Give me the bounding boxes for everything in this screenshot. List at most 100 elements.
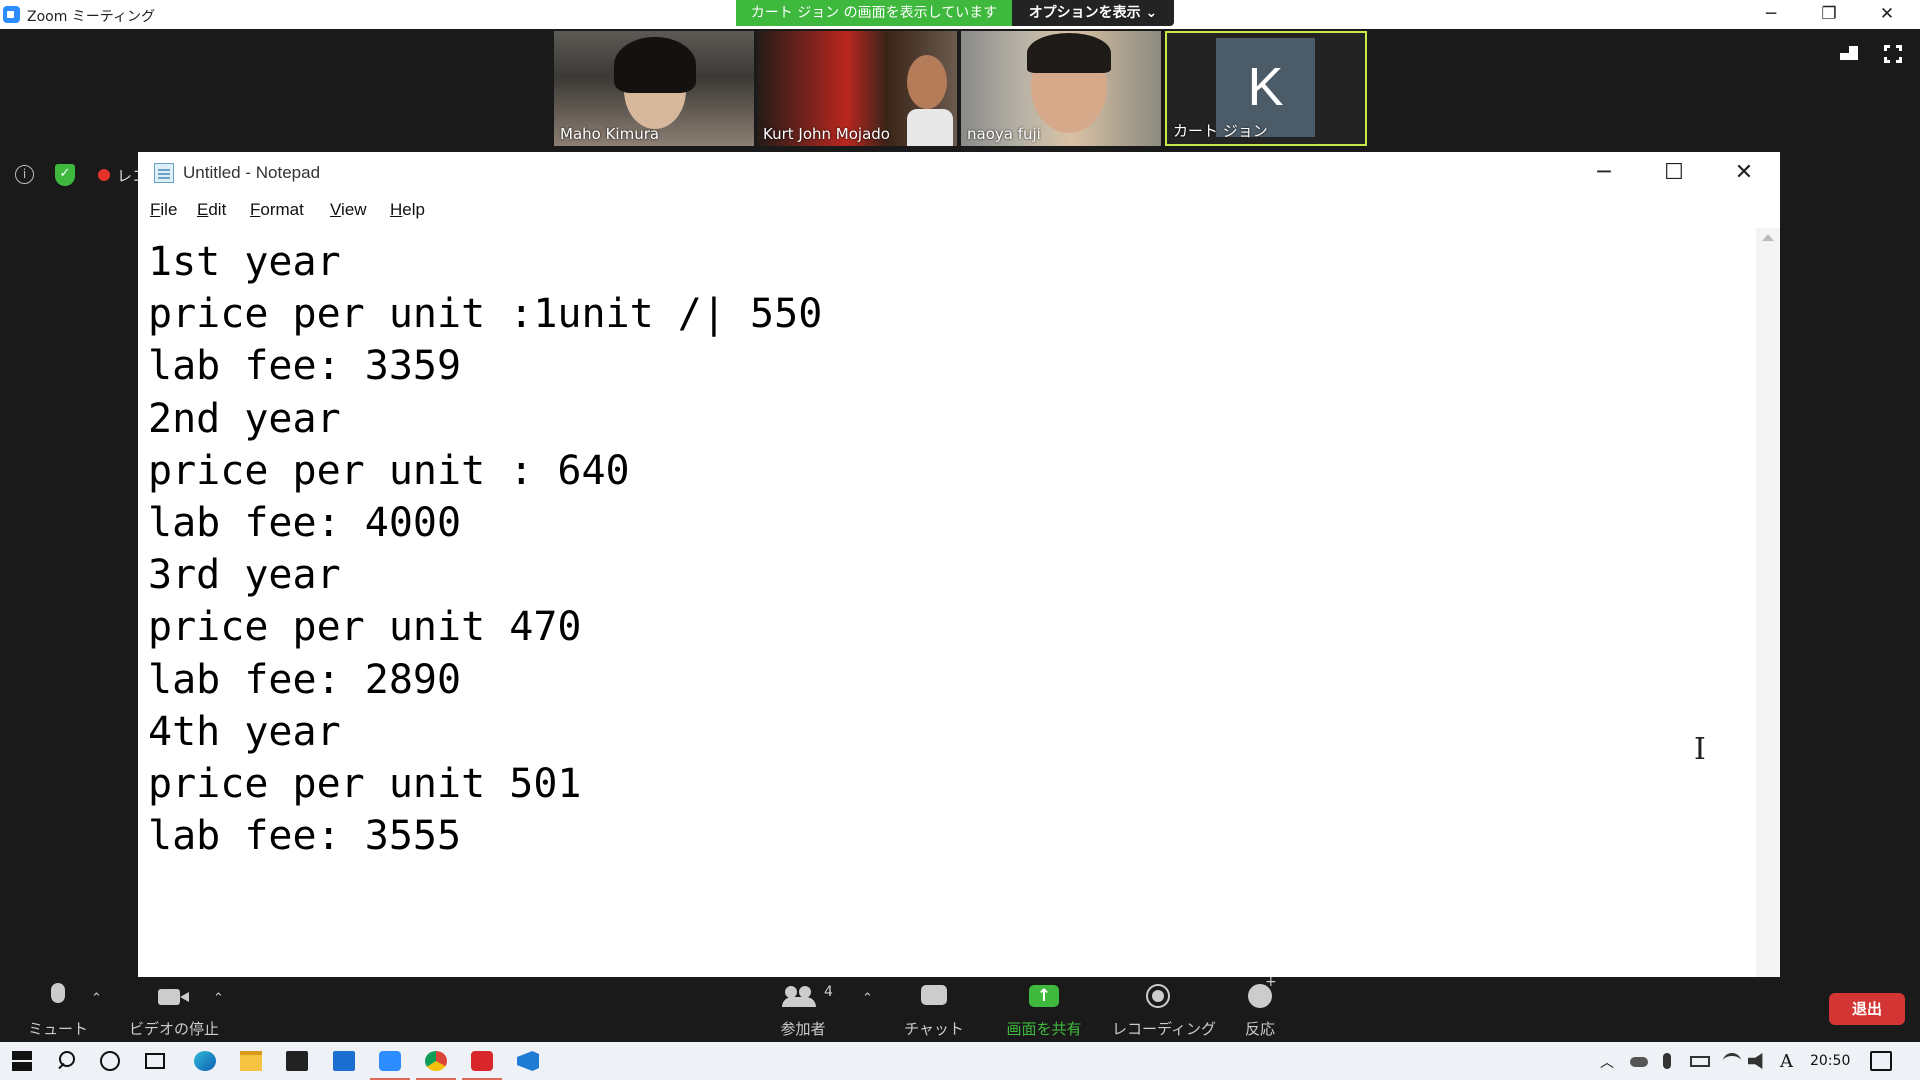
stop-video-label: ビデオの停止 [128,1020,219,1038]
text-line: lab fee: 4000 [148,500,462,547]
task-view-icon[interactable] [145,1053,165,1069]
menu-edit[interactable]: Edit [197,200,226,220]
onedrive-cloud-icon[interactable] [1630,1057,1648,1067]
text-cursor-icon: I [1694,732,1706,767]
emoji-reaction-icon [1248,974,1277,1008]
text-line: 1st year [148,239,341,285]
notepad-icon [154,163,174,183]
zoom-icon[interactable] [370,1051,410,1080]
menu-view[interactable]: View [330,200,367,220]
chat-button[interactable]: チャット [902,977,966,1042]
app-icon[interactable] [462,1051,502,1080]
participant-name: naoya fuji [967,125,1041,143]
menu-format[interactable]: Format [250,200,304,220]
vscode-icon[interactable] [517,1051,539,1071]
zoom-app-icon [3,6,20,23]
mute-button[interactable]: ミュート [28,977,88,1042]
participant-tile[interactable]: Kurt John Mojado [757,31,957,146]
screen-share-banner: カート ジョン の画面を表示しています [736,0,1012,26]
participant-video [907,55,947,109]
leave-meeting-button[interactable]: 退出 [1829,993,1905,1025]
gallery-view-icon[interactable] [1840,46,1858,60]
share-screen-button[interactable]: ↑ 画面を共有 [1000,977,1088,1042]
action-center-notification-icon[interactable] [1870,1051,1892,1071]
taskbar-clock[interactable]: 20:50 [1810,1053,1850,1069]
close-button[interactable]: ✕ [1864,0,1910,29]
zoom-window-title: Zoom ミーティング [27,9,155,25]
text-line: 2nd year [148,395,341,442]
menu-file[interactable]: File [150,200,177,220]
cortana-icon[interactable] [100,1051,120,1071]
share-screen-label: 画面を共有 [1006,1020,1082,1038]
text-line: price per unit :1unit /| 550 [148,291,823,338]
stop-video-button[interactable]: ビデオの停止 [128,977,220,1042]
text-line: lab fee: 3555 [148,813,462,860]
participant-video-hair [614,37,696,93]
text-line: lab fee: 3359 [148,343,462,390]
microphone-tray-icon[interactable] [1663,1053,1671,1069]
chat-label: チャット [904,1020,964,1038]
encryption-shield-icon[interactable]: ✓ [55,164,75,186]
participants-label: 参加者 [780,1020,826,1038]
participant-tile[interactable]: naoya fuji [961,31,1161,146]
notepad-close-button[interactable]: ✕ [1710,152,1778,194]
windows-taskbar: ︿ A 20:50 [0,1042,1920,1080]
show-hidden-icons-chevron-icon[interactable]: ︿ [1600,1052,1622,1072]
participant-video-hair [1027,33,1111,73]
participant-tile-active[interactable]: K カート ジョン [1165,31,1367,146]
recording-dot-icon [98,169,110,181]
restore-button[interactable]: ❐ [1806,0,1852,29]
participant-name: カート ジョン [1173,122,1268,140]
chat-bubble-icon [921,985,947,1005]
volume-icon[interactable] [1748,1053,1763,1069]
scroll-up-arrow-icon[interactable] [1762,234,1774,241]
text-line: 3rd year [148,552,341,599]
notepad-title: Untitled - Notepad [183,163,321,182]
search-icon[interactable] [57,1051,79,1071]
reactions-button[interactable]: 反応 [1230,974,1290,1042]
battery-icon[interactable] [1690,1056,1710,1067]
audio-options-chevron-icon[interactable]: ⌃ [91,991,102,1006]
zoom-titlebar: Zoom ミーティング カート ジョン の画面を表示しています オプションを表示… [0,0,1920,29]
notepad-minimize-button[interactable]: ─ [1570,152,1638,194]
participant-name: Kurt John Mojado [763,125,890,143]
chrome-icon[interactable] [416,1051,456,1080]
participants-icon [782,986,816,1007]
wifi-icon[interactable] [1723,1053,1741,1069]
fullscreen-icon[interactable] [1883,44,1903,64]
store-icon[interactable] [286,1051,308,1071]
share-screen-arrow-icon: ↑ [1029,985,1059,1007]
mute-label: ミュート [28,1020,89,1038]
menu-help[interactable]: Help [390,200,425,220]
microphone-icon [51,983,65,1003]
meeting-info-icon[interactable]: i [15,165,34,184]
notepad-maximize-button[interactable]: ☐ [1640,152,1708,194]
participant-video-shirt [907,109,953,146]
text-line: price per unit : 640 [148,447,630,494]
notepad-window: Untitled - Notepad ─ ☐ ✕ File Edit Forma… [138,152,1780,977]
view-options-button[interactable]: オプションを表示 ⌄ [1012,0,1174,26]
mail-icon[interactable] [333,1051,355,1071]
participant-count: 4 [824,984,833,1000]
participants-options-chevron-icon[interactable]: ⌃ [862,991,873,1006]
participant-name: Maho Kimura [560,125,660,143]
video-options-chevron-icon[interactable]: ⌃ [213,991,224,1006]
vertical-scrollbar[interactable] [1756,228,1780,977]
file-explorer-icon[interactable] [240,1051,262,1071]
windows-start-icon[interactable] [12,1051,32,1071]
notepad-titlebar: Untitled - Notepad ─ ☐ ✕ [138,152,1780,194]
ime-mode-indicator[interactable]: A [1780,1051,1793,1072]
text-line: 4th year [148,708,341,755]
notepad-menubar: File Edit Format View Help [138,194,1780,224]
notepad-text-area[interactable]: 1st year price per unit :1unit /| 550 lab … [138,228,1756,977]
video-camera-icon [158,989,189,1005]
participant-tile[interactable]: Maho Kimura [554,31,754,146]
zoom-toolbar: ミュート ⌃ ビデオの停止 ⌃ 4 参加者 ⌃ チャット ↑ 画面を共有 レコー… [0,974,1920,1042]
record-icon [1146,984,1170,1008]
recording-button[interactable]: レコーディング [1112,977,1216,1042]
edge-icon[interactable] [194,1051,216,1071]
minimize-button[interactable]: ─ [1748,0,1794,29]
text-line: price per unit 470 [148,604,582,651]
participants-button[interactable]: 4 参加者 [772,977,834,1042]
reactions-label: 反応 [1244,1020,1275,1038]
